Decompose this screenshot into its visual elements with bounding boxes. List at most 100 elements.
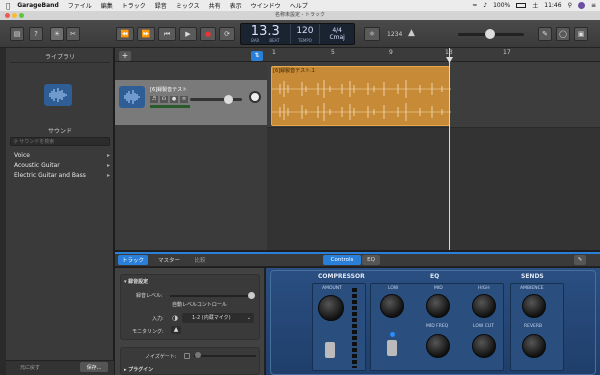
tab-compare[interactable]: 比較 [190,255,210,265]
level-label: 録音レベル: [136,293,163,299]
eq-low-cut-knob[interactable] [472,334,496,358]
clock-day[interactable]: 土 [532,1,538,10]
zoom-button[interactable] [19,13,24,18]
close-button[interactable] [5,13,10,18]
eq-mid-knob[interactable] [426,294,450,318]
track-list-empty[interactable] [115,125,267,250]
eq-low-knob[interactable] [380,294,404,318]
menu-bar:  GarageBand ファイル 編集 トラック 録音 ミックス 共有 表示 … [0,0,600,11]
user-avatar[interactable] [577,2,585,9]
menu-file[interactable]: ファイル [68,1,92,10]
tab-track[interactable]: トラック [118,255,148,265]
tab-eq[interactable]: EQ [362,255,380,265]
input-select-value: 1-2 (内蔵マイク) [192,315,231,321]
menu-edit[interactable]: 編集 [101,1,113,10]
smart-filter-icon[interactable]: ⇅ [251,51,263,61]
tuner-button[interactable]: ⚛ [364,27,380,41]
library-button[interactable]: ▤ [10,27,24,41]
editors-button[interactable]: ✂ [66,27,80,41]
timeline-ruler[interactable]: 1 5 9 13 17 [267,48,600,62]
audio-region[interactable] [271,66,451,126]
wifi-icon[interactable]: ≈ [472,2,477,9]
battery-icon[interactable] [516,3,527,8]
monitoring-button[interactable]: ▲ [171,326,181,334]
menu-mix[interactable]: ミックス [176,1,200,10]
minimize-button[interactable] [12,13,17,18]
plugins-row[interactable]: ▸ プラグイン [124,366,153,373]
category-electric-guitar[interactable]: Electric Guitar and Bass ▸ [14,172,110,179]
input-channel-icon[interactable]: ◑ [172,314,178,322]
amount-knob[interactable] [318,295,344,321]
loop-browser-button[interactable]: ◯ [556,27,570,41]
sound-search-input[interactable]: ⚲ サウンドを検索 [10,137,110,146]
record-enable-icon[interactable]: ● [170,96,178,103]
metronome-icon[interactable]: ▲ [408,28,415,38]
level-slider[interactable] [170,295,252,297]
menu-window[interactable]: ウインドウ [251,1,281,10]
pencil-icon[interactable]: ✎ [574,255,586,265]
save-button[interactable]: 保存... [80,362,108,372]
window-resize-handle[interactable] [0,48,6,375]
help-button[interactable]: ? [29,27,43,41]
eq-switch[interactable] [387,340,397,356]
solo-headphones-icon[interactable]: ☊ [160,96,168,103]
media-browser-button[interactable]: ▣ [574,27,588,41]
menu-app[interactable]: GarageBand [17,2,59,9]
forward-button[interactable]: ⏩ [137,27,155,41]
eq-mid-freq-knob[interactable] [426,334,450,358]
noise-gate-checkbox[interactable] [184,353,190,359]
tab-master[interactable]: マスター [154,255,184,265]
compressor-switch[interactable] [325,342,335,358]
record-button[interactable]: ● [200,27,216,41]
reverb-knob[interactable] [522,334,546,358]
ambience-knob[interactable] [522,294,546,318]
ambience-label: AMBIENCE [520,286,544,291]
level-slider-knob[interactable] [248,292,255,299]
menu-track[interactable]: トラック [122,1,146,10]
track-volume-slider[interactable] [190,98,242,101]
region-name: [6]録製音テスト.1 [273,68,315,74]
category-voice[interactable]: Voice ▸ [14,152,110,159]
track-name[interactable]: [6]録製音テスト [150,86,187,93]
lcd-display[interactable]: 13.3 BAR BEAT 120 TEMPO 4/4 Cmaj [240,23,355,45]
menu-list-icon[interactable]: ≡ [591,2,596,9]
eq-high-knob[interactable] [472,294,496,318]
track-pan-knob[interactable] [249,91,261,103]
section-title-row[interactable]: ▾ 録音設定 [124,278,148,285]
menu-record[interactable]: 録音 [155,1,167,10]
menu-share[interactable]: 共有 [209,1,221,10]
chevron-right-icon: ▸ [106,172,110,179]
input-select[interactable]: 1-2 (内蔵マイク) ⌄ [182,313,254,323]
battery-level[interactable]: 100% [493,2,510,9]
cycle-button[interactable]: ⟳ [219,27,235,41]
auto-level-label[interactable]: 自動レベルコントロール [172,301,227,308]
input-monitor-icon[interactable]: ≡ [180,96,188,103]
notepad-button[interactable]: ✎ [538,27,552,41]
mute-icon[interactable]: ♬ [150,96,158,103]
volume-icon[interactable]: ♪ [483,2,487,9]
master-volume-knob[interactable] [485,29,495,39]
sends-label: SENDS [521,273,544,280]
lcd-position: 13.3 [250,24,280,39]
count-in-button[interactable]: 1234 [387,31,402,38]
category-acoustic-guitar[interactable]: Acoustic Guitar ▸ [14,162,110,169]
track-volume-knob[interactable] [224,95,233,104]
add-track-button[interactable]: + [119,51,131,61]
clock-time[interactable]: 11:46 [544,2,561,9]
play-button[interactable]: ▶ [179,27,197,41]
apple-icon[interactable]:  [6,2,10,10]
playhead[interactable] [449,48,450,250]
menu-view[interactable]: 表示 [230,1,242,10]
window-title-text: 名称未設定 - トラック [275,12,325,18]
noise-gate-slider[interactable] [194,355,256,357]
revert-button[interactable]: 元に戻す [10,362,50,372]
noise-gate-slider-knob [195,352,201,358]
smart-controls-button[interactable]: ☀ [50,27,64,41]
menu-help[interactable]: ヘルプ [290,1,308,10]
search-icon[interactable]: ⚲ [568,2,572,9]
compressor-panel [312,283,366,371]
go-to-start-button[interactable]: ⏮ [158,27,176,41]
rewind-button[interactable]: ⏪ [116,27,134,41]
lcd-tempo: 120 [296,26,314,36]
tab-controls[interactable]: Controls [323,255,361,265]
